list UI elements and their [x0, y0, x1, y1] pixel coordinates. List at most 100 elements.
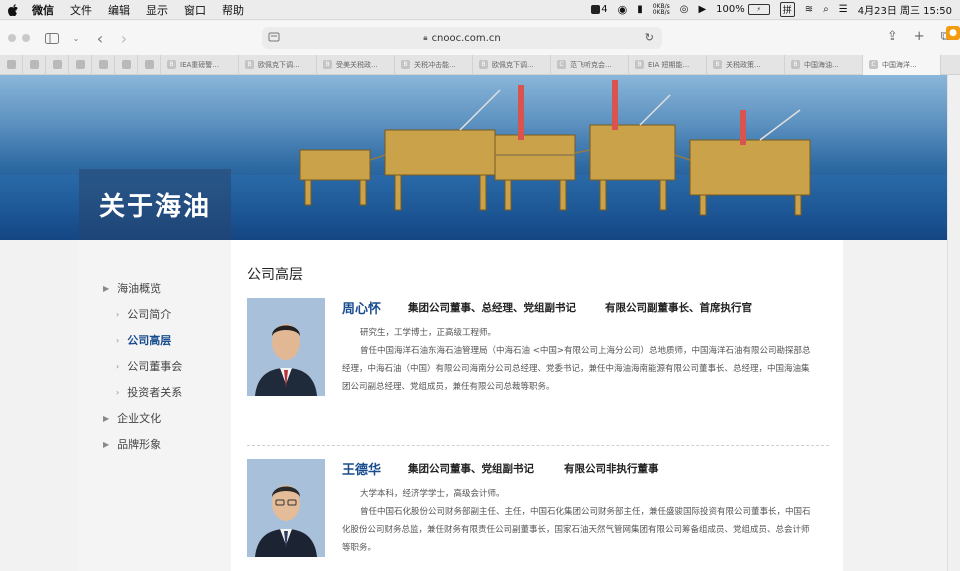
menu-edit[interactable]: 编辑 — [108, 2, 130, 18]
page-menu-icon[interactable] — [268, 31, 280, 43]
tab-favicon: B — [401, 60, 410, 69]
sidebar-item-investor-relations[interactable]: › 投资者关系 — [116, 384, 182, 400]
wifi-icon[interactable]: ≋ — [805, 4, 813, 15]
browser-tab[interactable]: BEIA 短期能... — [629, 55, 707, 75]
browser-tab[interactable]: B欧佩克下调... — [473, 55, 551, 75]
new-tab-icon[interactable]: + — [914, 29, 925, 44]
sidebar-item-overview[interactable]: ▶ 海油概览 — [103, 280, 161, 296]
page-scrollbar[interactable] — [947, 75, 960, 571]
executive-title-limited: 有限公司非执行董事 — [564, 461, 659, 476]
menu-view[interactable]: 显示 — [146, 2, 168, 18]
browser-tab[interactable]: C 范飞听克会... — [551, 55, 629, 75]
battery-icon: ⚡ — [748, 4, 770, 15]
browser-tab[interactable]: B 欧佩克下调... — [239, 55, 317, 75]
sidebar-item-executives[interactable]: › 公司高层 — [116, 332, 171, 348]
chevron-right-icon: › — [116, 388, 119, 397]
tab-favicon: C — [557, 60, 566, 69]
section-divider — [247, 445, 829, 446]
tab-label: 中国海洋... — [882, 60, 917, 70]
tab-label: 受美关税政... — [336, 60, 378, 70]
monitor-icon[interactable]: ▮ — [637, 4, 643, 15]
pinned-tab[interactable] — [138, 55, 161, 75]
browser-tab[interactable]: B中国海油... — [785, 55, 863, 75]
sidebar-item-label: 公司简介 — [127, 306, 171, 322]
tab-label: 关税冲击能... — [414, 60, 456, 70]
input-method[interactable]: 拼 — [780, 2, 795, 17]
chevron-right-icon: › — [116, 310, 119, 319]
browser-tab[interactable]: BIEA重磅警... — [161, 55, 239, 75]
tab-favicon: B — [167, 60, 176, 69]
url-text: cnooc.com.cn — [432, 33, 501, 44]
menu-window[interactable]: 窗口 — [184, 2, 206, 18]
tab-label: 欧佩克下调... — [492, 60, 534, 70]
window-controls — [8, 34, 30, 42]
reload-icon[interactable]: ↻ — [645, 31, 654, 44]
executive-bio-summary: 研究生，工学博士，正高级工程师。 — [342, 324, 812, 342]
sidebar-toggle-icon[interactable] — [44, 30, 60, 46]
browser-tab[interactable]: B受美关税政... — [317, 55, 395, 75]
chevron-right-icon: › — [116, 362, 119, 371]
sidebar-item-brand[interactable]: ▶ 品牌形象 — [103, 436, 161, 452]
tab-label: 中国海油... — [804, 60, 839, 70]
sidebar-nav: ▶ 海油概览 › 公司简介 › 公司高层 › 公司董事会 › 投资者关系 ▶ 企… — [79, 240, 231, 571]
pinned-tab[interactable] — [0, 55, 23, 75]
back-button[interactable]: ‹ — [92, 30, 108, 46]
macos-menu-bar: 微信 文件 编辑 显示 窗口 帮助 4 ◉ ▮ 0KB/s 0KB/s ◎ ▶ … — [0, 0, 960, 20]
wechat-icon[interactable]: ◉ — [618, 3, 628, 16]
lock-icon: 🔒︎ — [423, 33, 427, 43]
minimize-window-button[interactable] — [22, 34, 30, 42]
chevron-down-icon[interactable]: ⌄ — [68, 30, 84, 46]
tab-label: 关税政策... — [726, 60, 761, 70]
sidebar-item-label: 公司高层 — [127, 332, 171, 348]
sidebar-item-culture[interactable]: ▶ 企业文化 — [103, 410, 161, 426]
sidebar-item-label: 公司董事会 — [127, 358, 182, 374]
browser-tab[interactable]: B 关税冲击能... — [395, 55, 473, 75]
caret-right-icon: ▶ — [103, 284, 109, 293]
sidebar-item-label: 投资者关系 — [127, 384, 182, 400]
battery-percent: 100% — [716, 4, 745, 15]
clock[interactable]: 4月23日 周三 15:50 — [858, 2, 952, 17]
close-window-button[interactable] — [8, 34, 16, 42]
status-app-icon[interactable]: 4 — [591, 4, 607, 15]
control-center-icon[interactable]: ☰ — [839, 4, 848, 15]
menu-help[interactable]: 帮助 — [222, 2, 244, 18]
apple-icon[interactable] — [8, 4, 20, 16]
sidebar-item-company-profile[interactable]: › 公司简介 — [116, 306, 171, 322]
browser-tab[interactable]: B 关税政策... — [707, 55, 785, 75]
pinned-tab[interactable] — [23, 55, 46, 75]
airdrop-icon[interactable]: ◎ — [680, 4, 689, 15]
battery-status[interactable]: 100% ⚡ — [716, 4, 770, 15]
browser-tab-active[interactable]: C 中国海洋... — [863, 55, 941, 75]
executive-bio-summary: 大学本科，经济学学士，高级会计师。 — [342, 485, 812, 503]
menu-app-name[interactable]: 微信 — [32, 2, 54, 18]
sidebar-item-board[interactable]: › 公司董事会 — [116, 358, 182, 374]
pinned-tab[interactable] — [92, 55, 115, 75]
tab-favicon: B — [245, 60, 254, 69]
net-down: 0KB/s — [653, 9, 670, 16]
pinned-tab[interactable] — [69, 55, 92, 75]
main-content: 公司高层 周心怀 集团公司董事、总经理、党组副书记 有限公司副董事长、首席执行官… — [231, 240, 843, 571]
menu-file[interactable]: 文件 — [70, 2, 92, 18]
chevron-right-icon: › — [116, 336, 119, 345]
sidebar-item-label: 海油概览 — [117, 280, 161, 296]
address-bar[interactable]: 🔒︎ cnooc.com.cn ↻ — [262, 27, 662, 49]
forward-button[interactable]: › — [116, 30, 132, 46]
executive-title-group: 集团公司董事、总经理、党组副书记 — [408, 300, 576, 315]
sidebar-item-label: 品牌形象 — [117, 436, 161, 452]
executive-name: 王德华 — [342, 459, 381, 478]
pinned-tab[interactable] — [46, 55, 69, 75]
pinned-tab[interactable] — [115, 55, 138, 75]
hero-banner: 关于海油 — [0, 75, 948, 240]
tab-favicon: C — [869, 60, 878, 69]
tab-favicon: B — [713, 60, 722, 69]
executive-bio-career: 曾任中国石化股份公司财务部副主任、主任，中国石化集团公司财务部主任，兼任盛骏国际… — [342, 503, 812, 557]
banner-title-box: 关于海油 — [79, 169, 231, 240]
tab-label: 范飞听克会... — [570, 60, 612, 70]
play-icon[interactable]: ▶ — [698, 4, 706, 15]
extension-icon[interactable]: ● — [946, 26, 960, 40]
executive-bio: 研究生，工学博士，正高级工程师。 曾任中国海洋石油东海石油管理局（中海石油 <中… — [342, 324, 812, 396]
share-icon[interactable]: ⇪ — [887, 29, 898, 44]
tab-favicon: B — [635, 60, 644, 69]
spotlight-search-icon[interactable]: ⌕ — [823, 4, 829, 15]
tab-label: 欧佩克下调... — [258, 60, 300, 70]
